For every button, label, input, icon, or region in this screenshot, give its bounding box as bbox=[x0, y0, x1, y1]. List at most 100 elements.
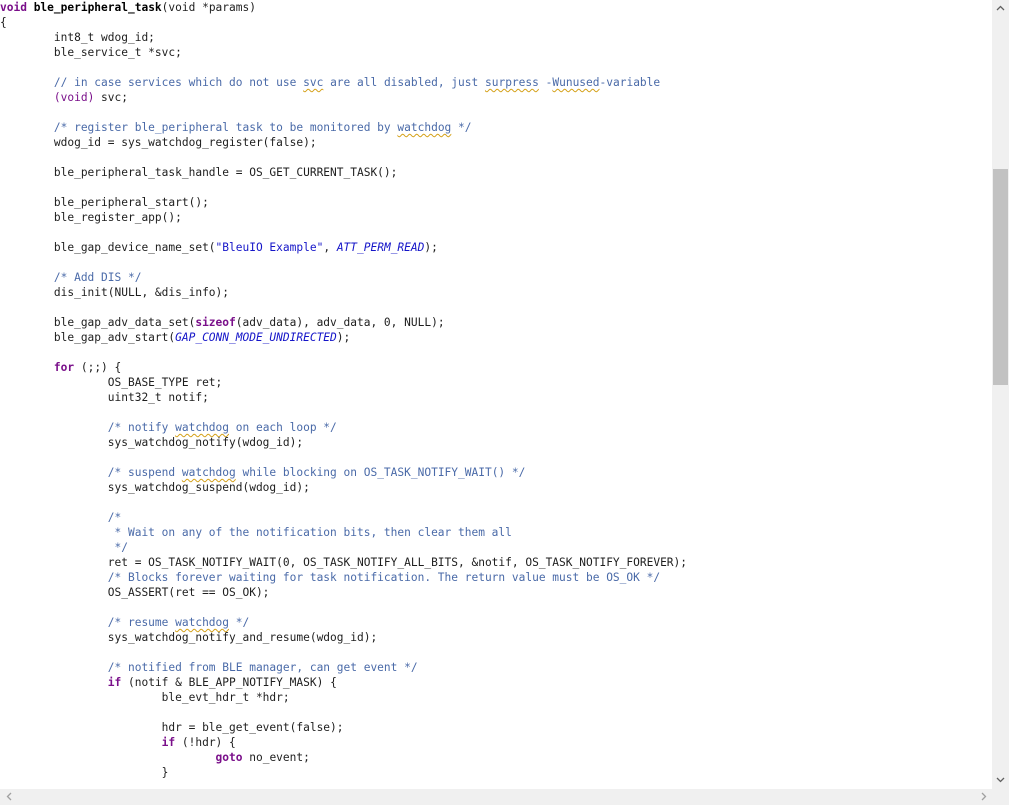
code-token: sys_watchdog_notify(wdog_id); bbox=[0, 436, 304, 449]
code-token: hdr = ble_get_event(false); bbox=[0, 721, 344, 734]
code-token: ble_gap_device_name_set( bbox=[0, 241, 216, 254]
code-line: { bbox=[0, 15, 7, 30]
code-token: , bbox=[323, 241, 337, 254]
code-token: svc; bbox=[94, 91, 128, 104]
code-token: */ bbox=[451, 121, 472, 134]
code-token: (;;) { bbox=[74, 361, 122, 374]
vertical-scroll-thumb[interactable] bbox=[993, 169, 1008, 385]
code-line: OS_ASSERT(ret == OS_OK); bbox=[0, 585, 270, 600]
code-line: */ bbox=[0, 540, 128, 555]
code-line: ble_service_t *svc; bbox=[0, 45, 182, 60]
scroll-down-button[interactable] bbox=[992, 772, 1009, 789]
code-token: if bbox=[107, 676, 122, 689]
code-token: -variable bbox=[599, 76, 661, 89]
code-token: GAP_CONN_MODE_UNDIRECTED bbox=[175, 331, 337, 344]
code-line: sys_watchdog_suspend(wdog_id); bbox=[0, 480, 310, 495]
code-token: watchdog bbox=[397, 121, 452, 134]
code-token: ); bbox=[336, 331, 351, 344]
scroll-up-button[interactable] bbox=[992, 0, 1009, 17]
code-token: (void) bbox=[53, 91, 95, 104]
scrollbar-corner bbox=[992, 789, 1009, 805]
code-token: /* Blocks forever waiting for task notif… bbox=[0, 571, 661, 584]
code-token: svc bbox=[303, 76, 324, 89]
code-token: /* suspend bbox=[0, 466, 182, 479]
code-token: /* resume bbox=[0, 616, 176, 629]
code-token: /* bbox=[0, 511, 122, 524]
code-line: if (notif & BLE_APP_NOTIFY_MASK) { bbox=[0, 675, 337, 690]
code-token: // in case services which do not use bbox=[0, 76, 304, 89]
code-token: */ bbox=[229, 616, 250, 629]
code-line: ble_gap_adv_start(GAP_CONN_MODE_UNDIRECT… bbox=[0, 330, 350, 345]
code-token: ble_peripheral_start(); bbox=[0, 196, 209, 209]
code-token: * Wait on any of the notification bits, … bbox=[0, 526, 512, 539]
chevron-left-icon bbox=[6, 791, 12, 802]
code-line: goto no_event; bbox=[0, 750, 310, 765]
code-token: (!hdr) { bbox=[175, 736, 236, 749]
code-token: ATT_PERM_READ bbox=[336, 241, 425, 254]
code-token: } bbox=[0, 766, 169, 779]
scroll-right-button[interactable] bbox=[975, 789, 992, 805]
code-token: watchdog bbox=[175, 421, 230, 434]
code-line: } bbox=[0, 765, 169, 780]
code-line: (void) svc; bbox=[0, 90, 128, 105]
code-editor[interactable]: void ble_peripheral_task(void *params){ … bbox=[0, 0, 992, 789]
code-token: if bbox=[161, 736, 176, 749]
code-line: * Wait on any of the notification bits, … bbox=[0, 525, 512, 540]
code-token: (void *params) bbox=[161, 1, 256, 14]
code-line: hdr = ble_get_event(false); bbox=[0, 720, 344, 735]
horizontal-scrollbar[interactable] bbox=[0, 789, 992, 805]
code-line: OS_BASE_TYPE ret; bbox=[0, 375, 223, 390]
code-line: /* Blocks forever waiting for task notif… bbox=[0, 570, 660, 585]
code-line: ble_peripheral_start(); bbox=[0, 195, 209, 210]
code-line: ret = OS_TASK_NOTIFY_WAIT(0, OS_TASK_NOT… bbox=[0, 555, 687, 570]
code-line: /* suspend watchdog while blocking on OS… bbox=[0, 465, 526, 480]
code-line: dis_init(NULL, &dis_info); bbox=[0, 285, 229, 300]
code-token: /* Add DIS */ bbox=[0, 271, 142, 284]
code-line: /* Add DIS */ bbox=[0, 270, 142, 285]
code-line: /* bbox=[0, 510, 121, 525]
code-token: sys_watchdog_notify_and_resume(wdog_id); bbox=[0, 631, 378, 644]
code-line: uint32_t notif; bbox=[0, 390, 209, 405]
code-token: ble_peripheral_task_handle = OS_GET_CURR… bbox=[0, 166, 398, 179]
vertical-scrollbar[interactable] bbox=[992, 0, 1009, 789]
code-token: wdog_id = sys_watchdog_register(false); bbox=[0, 136, 317, 149]
code-line: ble_register_app(); bbox=[0, 210, 182, 225]
code-line: /* register ble_peripheral task to be mo… bbox=[0, 120, 472, 135]
code-token: surpress bbox=[484, 76, 539, 89]
code-line: ble_gap_adv_data_set(sizeof(adv_data), a… bbox=[0, 315, 445, 330]
chevron-up-icon bbox=[996, 3, 1005, 14]
code-token: /* register ble_peripheral task to be mo… bbox=[0, 121, 398, 134]
code-token: uint32_t notif; bbox=[0, 391, 209, 404]
code-token: - bbox=[538, 76, 553, 89]
code-token: { bbox=[0, 16, 7, 29]
code-line: /* notified from BLE manager, can get ev… bbox=[0, 660, 418, 675]
scroll-left-button[interactable] bbox=[0, 789, 17, 805]
code-token: goto bbox=[215, 751, 243, 764]
code-token: */ bbox=[0, 541, 128, 554]
code-line: /* resume watchdog */ bbox=[0, 615, 249, 630]
code-token: watchdog bbox=[181, 466, 236, 479]
code-token: ble_gap_adv_start( bbox=[0, 331, 176, 344]
code-token: Wunused bbox=[552, 76, 600, 89]
code-token: no_event; bbox=[242, 751, 310, 764]
code-token: ); bbox=[424, 241, 438, 254]
code-line: sys_watchdog_notify_and_resume(wdog_id); bbox=[0, 630, 377, 645]
code-token: sizeof bbox=[195, 316, 236, 329]
code-token: OS_ASSERT(ret == OS_OK); bbox=[0, 586, 270, 599]
code-token: int8_t wdog_id; bbox=[0, 31, 155, 44]
code-token: void bbox=[0, 1, 34, 14]
code-token: for bbox=[53, 361, 75, 374]
code-token: /* notify bbox=[0, 421, 176, 434]
code-line: ble_evt_hdr_t *hdr; bbox=[0, 690, 290, 705]
code-token: /* notified from BLE manager, can get ev… bbox=[0, 661, 418, 674]
code-line: /* notify watchdog on each loop */ bbox=[0, 420, 337, 435]
code-token: dis_init(NULL, &dis_info); bbox=[0, 286, 230, 299]
code-token: ble_peripheral_task bbox=[33, 1, 162, 14]
code-token: ret = OS_TASK_NOTIFY_WAIT(0, OS_TASK_NOT… bbox=[0, 556, 688, 569]
code-line: int8_t wdog_id; bbox=[0, 30, 155, 45]
code-token: (notif & BLE_APP_NOTIFY_MASK) { bbox=[121, 676, 337, 689]
code-line: for (;;) { bbox=[0, 360, 121, 375]
code-line: ble_gap_device_name_set("BleuIO Example"… bbox=[0, 240, 438, 255]
